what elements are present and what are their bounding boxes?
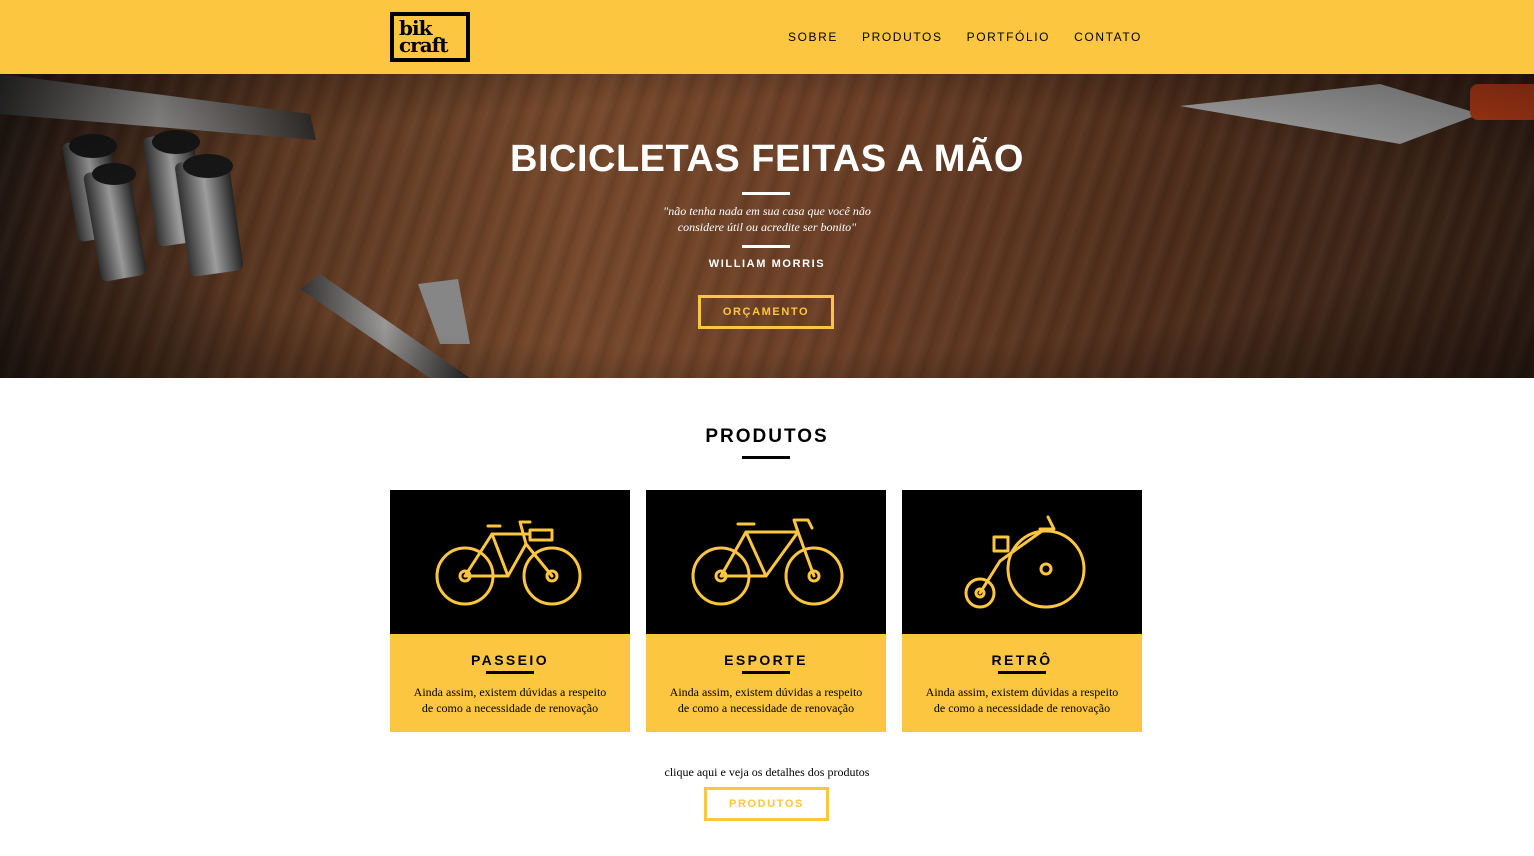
nav-link-portfolio[interactable]: PORTFÓLIO: [967, 30, 1051, 44]
site-header: bik craft SOBRE PRODUTOS PORTFÓLIO CONTA…: [0, 0, 1534, 74]
product-info: RETRÔ Ainda assim, existem dúvidas a res…: [902, 634, 1142, 732]
hero-title: BICICLETAS FEITAS A MÃO: [510, 138, 1024, 180]
product-description-line1: Ainda assim, existem dúvidas a respeito: [669, 685, 863, 699]
quote-author: WILLIAM MORRIS: [708, 258, 826, 270]
road-bike-icon: [691, 518, 844, 606]
product-name: RETRÔ: [991, 652, 1053, 668]
orcamento-button[interactable]: ORÇAMENTO: [698, 295, 834, 329]
main-nav: SOBRE PRODUTOS PORTFÓLIO CONTATO: [764, 30, 1142, 44]
product-description-line2: de como a necessidade de renovação: [677, 701, 855, 715]
product-card-retro[interactable]: RETRÔ Ainda assim, existem dúvidas a res…: [902, 490, 1142, 732]
product-name-underline: [486, 671, 534, 674]
nav-link-sobre[interactable]: SOBRE: [788, 30, 838, 44]
penny-farthing-icon: [964, 515, 1086, 609]
product-description: Ainda assim, existem dúvidas a respeito …: [902, 684, 1142, 716]
hero-quote-line2: considere útil ou acredite ser bonito": [677, 220, 857, 234]
product-name-underline: [742, 671, 790, 674]
product-description: Ainda assim, existem dúvidas a respeito …: [390, 684, 630, 716]
nav-link-produtos[interactable]: PRODUTOS: [862, 30, 943, 44]
hero-banner: BICICLETAS FEITAS A MÃO "não tenha nada …: [0, 74, 1534, 378]
product-description-line2: de como a necessidade de renovação: [933, 701, 1111, 715]
product-name: ESPORTE: [724, 652, 808, 668]
product-image: [902, 490, 1142, 634]
nav-link-contato[interactable]: CONTATO: [1074, 30, 1142, 44]
product-info: ESPORTE Ainda assim, existem dúvidas a r…: [646, 634, 886, 732]
produtos-button[interactable]: PRODUTOS: [704, 787, 829, 821]
product-description-line1: Ainda assim, existem dúvidas a respeito: [925, 685, 1119, 699]
products-title-underline: [742, 456, 790, 459]
city-bike-icon: [435, 520, 582, 606]
product-name: PASSEIO: [470, 652, 549, 668]
product-card-esporte[interactable]: ESPORTE Ainda assim, existem dúvidas a r…: [646, 490, 886, 732]
product-description-line2: de como a necessidade de renovação: [421, 701, 599, 715]
products-more-text: clique aqui e veja os detalhes dos produ…: [664, 765, 870, 779]
logo-text-line2: craft: [399, 33, 449, 57]
product-description-line1: Ainda assim, existem dúvidas a respeito: [413, 685, 607, 699]
hero-divider-top: [742, 192, 790, 195]
product-description: Ainda assim, existem dúvidas a respeito …: [646, 684, 886, 716]
product-card-passeio[interactable]: PASSEIO Ainda assim, existem dúvidas a r…: [390, 490, 630, 732]
hero-quote-line1: "não tenha nada em sua casa que você não: [663, 204, 871, 218]
bikcraft-logo[interactable]: bik craft: [390, 12, 470, 62]
hero-quote: "não tenha nada em sua casa que você não…: [0, 203, 1534, 235]
product-info: PASSEIO Ainda assim, existem dúvidas a r…: [390, 634, 630, 732]
product-image: [646, 490, 886, 634]
products-section-title: PRODUTOS: [705, 426, 829, 447]
product-name-underline: [998, 671, 1046, 674]
product-image: [390, 490, 630, 634]
hero-divider-bottom: [742, 245, 790, 248]
